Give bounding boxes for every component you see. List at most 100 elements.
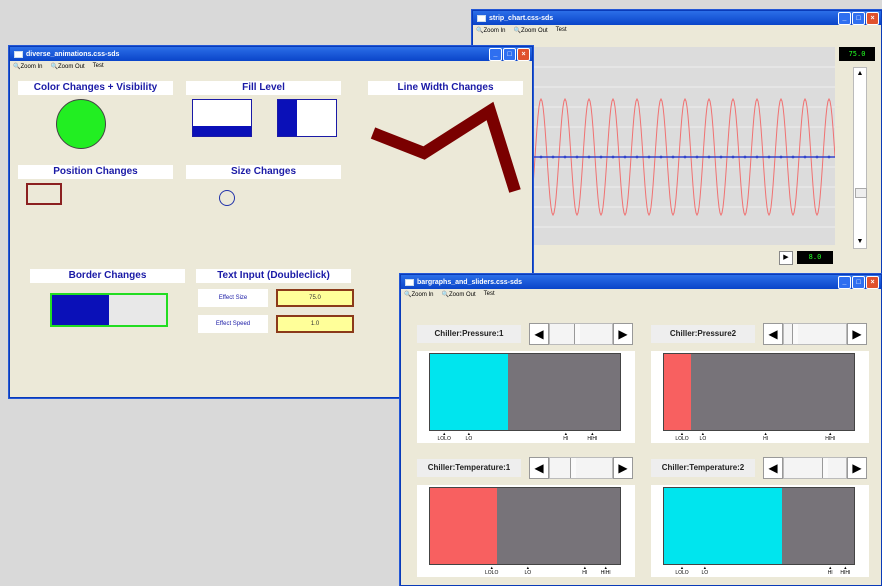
menu-test[interactable]: Test <box>93 63 104 69</box>
slider-track[interactable] <box>549 457 613 479</box>
section-border-changes: Border Changes <box>30 269 185 283</box>
scroll-thumb[interactable] <box>855 188 867 198</box>
tick-lo: LO <box>695 565 715 576</box>
slider-right-button[interactable]: ▶ <box>847 457 867 479</box>
green-circle[interactable] <box>56 99 106 149</box>
arrow-left-icon: ◀ <box>768 461 778 475</box>
close-button[interactable]: × <box>866 12 879 25</box>
tick-lolo: LOLO <box>672 565 692 576</box>
tick-hi: HI <box>556 431 576 442</box>
minimize-button[interactable]: _ <box>838 276 851 289</box>
zoom-out-icon: 🔍 <box>513 27 521 34</box>
alarm-ticks: LOLO LO HI HIHI <box>429 565 619 579</box>
arrow-right-icon: ▶ <box>852 327 862 341</box>
fill-horizontal-box[interactable] <box>192 99 252 137</box>
tick-lo: LO <box>459 431 479 442</box>
slider-right-button[interactable]: ▶ <box>847 323 867 345</box>
effect-speed-label: Effect Speed <box>198 315 268 333</box>
menu-zoom-out[interactable]: 🔍Zoom Out <box>51 63 85 70</box>
scroll-up-button[interactable]: ▲ <box>854 68 866 80</box>
window-title: bargraphs_and_sliders.css-sds <box>417 278 523 286</box>
tick-lo: LO <box>693 431 713 442</box>
alarm-ticks: LOLO LO HI HIHI <box>663 565 853 579</box>
slider-thumb[interactable] <box>570 458 576 478</box>
trace-point <box>707 155 711 159</box>
play-button[interactable]: ▶ <box>779 251 793 265</box>
slider-left-button[interactable]: ◀ <box>529 323 549 345</box>
menu-test[interactable]: Test <box>484 291 495 297</box>
trace-point <box>695 155 699 159</box>
slider-left-button[interactable]: ◀ <box>763 323 783 345</box>
section-color-changes: Color Changes + Visibility <box>18 81 173 95</box>
alarm-ticks: LOLO LO HI HIHI <box>429 431 619 445</box>
trace-point <box>815 155 819 159</box>
bargraph-fill <box>664 488 782 564</box>
vertical-scrollbar[interactable]: ▲ ▼ <box>853 67 867 249</box>
position-rectangle[interactable] <box>26 183 62 205</box>
slider-track[interactable] <box>549 323 613 345</box>
minimize-button[interactable]: _ <box>838 12 851 25</box>
menu-zoom-in[interactable]: 🔍Zoom In <box>476 27 506 34</box>
close-button[interactable]: × <box>866 276 879 289</box>
slider-thumb[interactable] <box>574 324 580 344</box>
fill-vertical-level <box>278 100 297 136</box>
slider-right-button[interactable]: ▶ <box>613 457 633 479</box>
maximize-button[interactable]: □ <box>503 48 516 61</box>
effect-speed-input[interactable]: 1.0 <box>276 315 354 333</box>
border-bar-fill <box>52 295 109 325</box>
trace-point <box>683 155 687 159</box>
bargraphs-titlebar[interactable]: bargraphs_and_sliders.css-sds _ □ × <box>401 275 881 289</box>
trace-point <box>623 155 627 159</box>
menu-zoom-out[interactable]: 🔍Zoom Out <box>442 291 476 298</box>
size-circle[interactable] <box>219 190 235 206</box>
scroll-down-button[interactable]: ▼ <box>854 236 866 248</box>
bargraph-area <box>663 353 855 431</box>
slider-track[interactable] <box>783 323 847 345</box>
slider-right-button[interactable]: ▶ <box>613 323 633 345</box>
menu-zoom-out[interactable]: 🔍Zoom Out <box>514 27 548 34</box>
menu-test[interactable]: Test <box>556 27 567 33</box>
strip-chart-window: strip_chart.css-sds _ □ × 🔍Zoom In 🔍Zoom… <box>472 10 882 274</box>
close-button[interactable]: × <box>517 48 530 61</box>
strip-chart-titlebar[interactable]: strip_chart.css-sds _ □ × <box>473 11 881 25</box>
effect-size-input[interactable]: 75.0 <box>276 289 354 307</box>
fill-vertical-box[interactable] <box>277 99 337 137</box>
tick-lolo: LOLO <box>434 431 454 442</box>
bargraph-fill <box>664 354 691 430</box>
slider-thumb[interactable] <box>792 324 798 344</box>
bargraph-area <box>663 487 855 565</box>
minimize-button[interactable]: _ <box>489 48 502 61</box>
menu-zoom-in[interactable]: 🔍Zoom In <box>13 63 43 70</box>
trace-point <box>671 155 675 159</box>
line-width-shape[interactable] <box>370 91 530 201</box>
maximize-button[interactable]: □ <box>852 12 865 25</box>
bargraphs-canvas: Chiller:Pressure:1 ◀ ▶ LOLO LO HI HIHI C… <box>401 299 881 585</box>
zoom-out-icon: 🔍 <box>50 63 58 70</box>
trace-point <box>599 155 603 159</box>
tick-hihi: HIHI <box>596 565 616 576</box>
border-bar[interactable] <box>50 293 168 327</box>
bargraph-panel-1: LOLO LO HI HIHI <box>417 351 635 443</box>
trace-point <box>791 155 795 159</box>
bargraph-area <box>429 353 621 431</box>
bargraph-panel-4: LOLO LO HI HIHI <box>651 485 869 577</box>
slider-left-button[interactable]: ◀ <box>529 457 549 479</box>
trace-point <box>587 155 591 159</box>
trace-point <box>659 155 663 159</box>
panel-title: Chiller:Pressure:1 <box>417 325 521 343</box>
diverse-titlebar[interactable]: diverse_animations.css-sds _ □ × <box>10 47 532 61</box>
slider-thumb[interactable] <box>822 458 828 478</box>
arrow-right-icon: ▶ <box>618 461 628 475</box>
slider-left-button[interactable]: ◀ <box>763 457 783 479</box>
menu-zoom-in[interactable]: 🔍Zoom In <box>404 291 434 298</box>
bargraph-panel-2: LOLO LO HI HIHI <box>651 351 869 443</box>
slider-track[interactable] <box>783 457 847 479</box>
app-icon <box>405 278 414 286</box>
section-size-changes: Size Changes <box>186 165 341 179</box>
trace-point <box>731 155 735 159</box>
tick-hihi: HIHI <box>582 431 602 442</box>
trace-point <box>539 155 543 159</box>
trace-point <box>611 155 615 159</box>
arrow-left-icon: ◀ <box>768 327 778 341</box>
maximize-button[interactable]: □ <box>852 276 865 289</box>
